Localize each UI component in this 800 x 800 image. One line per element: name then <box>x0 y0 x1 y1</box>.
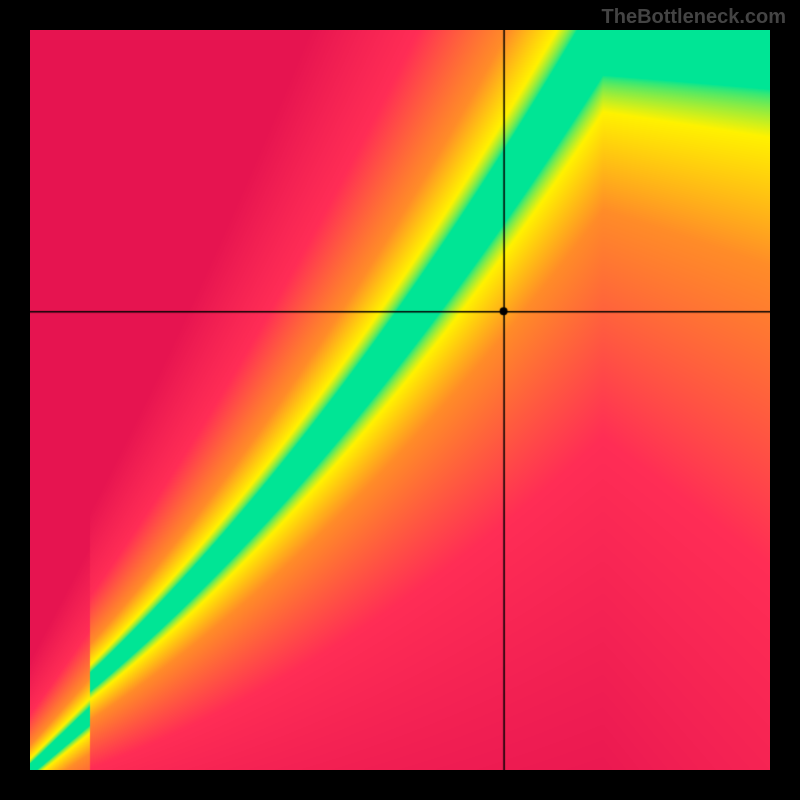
bottleneck-heatmap <box>30 30 770 770</box>
watermark-text: TheBottleneck.com <box>602 6 786 29</box>
heatmap-canvas <box>30 30 770 770</box>
